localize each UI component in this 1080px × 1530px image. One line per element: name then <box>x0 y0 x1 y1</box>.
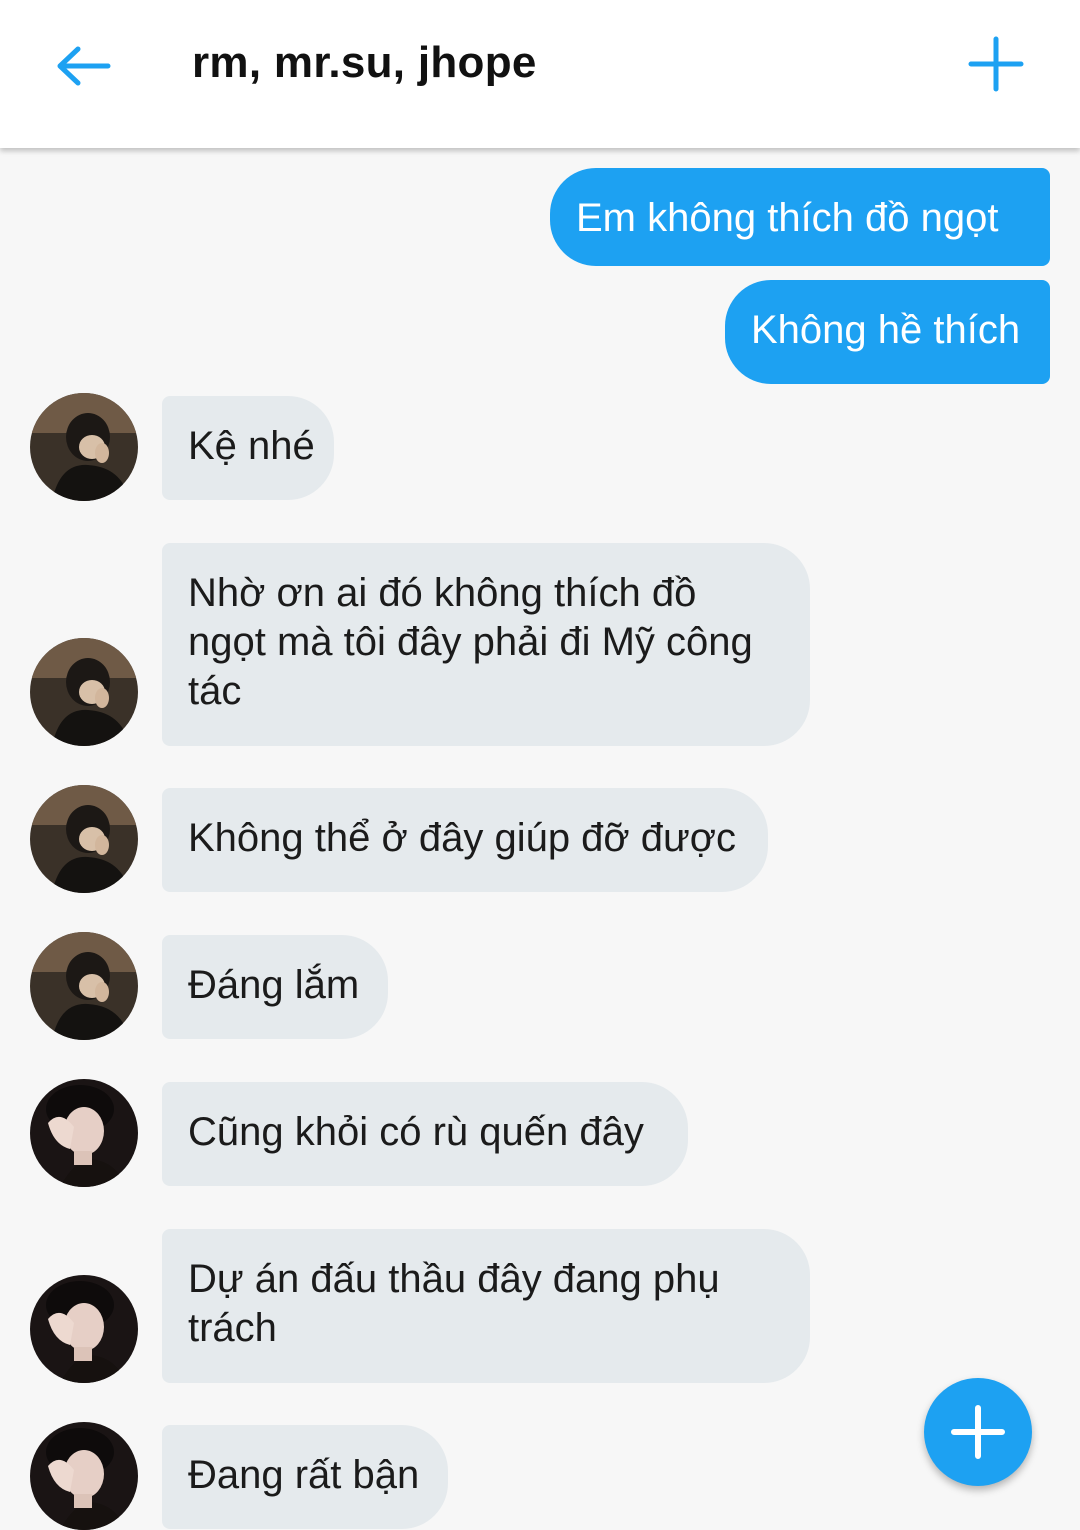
add-participant-button[interactable] <box>960 28 1032 100</box>
message-feed[interactable]: Em không thích đồ ngọt Không hề thích Kệ… <box>0 148 1080 1530</box>
message-text: Không hề thích <box>751 308 1021 352</box>
message-text: Kệ nhé <box>188 424 315 468</box>
conversation-title: rm, mr.su, jhope <box>192 38 537 87</box>
incoming-message[interactable]: Kệ nhé <box>162 396 334 500</box>
avatar[interactable] <box>30 1422 138 1530</box>
outgoing-message[interactable]: Em không thích đồ ngọt <box>550 168 1050 266</box>
message-text: Không thể ở đây giúp đỡ được <box>188 816 737 860</box>
message-text: Đáng lắm <box>188 963 360 1007</box>
message-text: Nhờ ơn ai đó không thích đồ ngọt mà tôi … <box>188 571 753 713</box>
compose-fab-button[interactable] <box>924 1378 1032 1486</box>
avatar[interactable] <box>30 932 138 1040</box>
back-button[interactable] <box>46 30 122 102</box>
avatar[interactable] <box>30 1275 138 1383</box>
incoming-message[interactable]: Cũng khỏi có rù quến đây <box>162 1082 688 1186</box>
outgoing-message[interactable]: Không hề thích <box>725 280 1050 384</box>
avatar[interactable] <box>30 1079 138 1187</box>
incoming-message[interactable]: Đang rất bận <box>162 1425 448 1529</box>
message-text: Đang rất bận <box>188 1453 420 1497</box>
plus-icon <box>968 36 1024 92</box>
avatar[interactable] <box>30 785 138 893</box>
avatar[interactable] <box>30 638 138 746</box>
incoming-message[interactable]: Đáng lắm <box>162 935 388 1039</box>
plus-icon <box>951 1405 1005 1459</box>
incoming-message[interactable]: Nhờ ơn ai đó không thích đồ ngọt mà tôi … <box>162 543 810 746</box>
incoming-message[interactable]: Dự án đấu thầu đây đang phụ trách <box>162 1229 810 1383</box>
message-text: Cũng khỏi có rù quến đây <box>188 1110 644 1154</box>
app-bar: rm, mr.su, jhope <box>0 0 1080 148</box>
incoming-message[interactable]: Không thể ở đây giúp đỡ được <box>162 788 768 892</box>
avatar[interactable] <box>30 393 138 501</box>
message-text: Em không thích đồ ngọt <box>576 196 999 240</box>
arrow-left-icon <box>57 46 111 86</box>
message-text: Dự án đấu thầu đây đang phụ trách <box>188 1257 720 1350</box>
